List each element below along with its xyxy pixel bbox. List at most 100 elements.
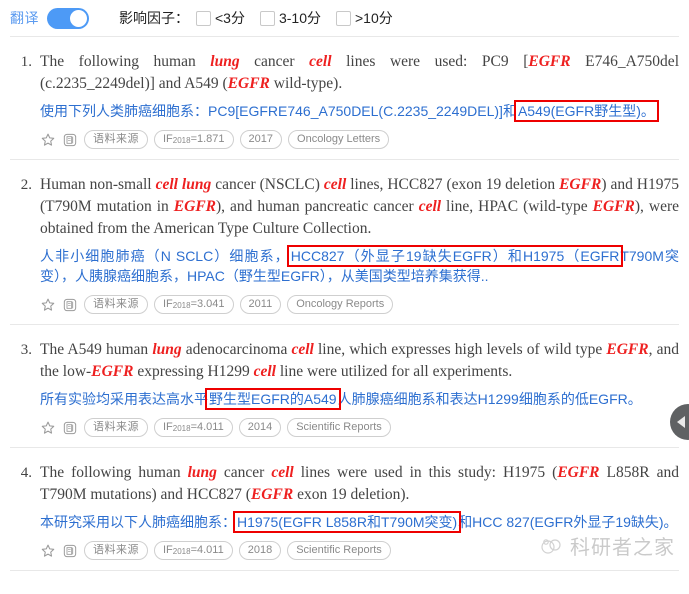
filter-option-lt3[interactable]: <3分 — [196, 8, 245, 28]
entry-number: 3. — [20, 342, 32, 358]
copy-document-icon[interactable] — [62, 297, 78, 313]
year-chip[interactable]: 2018 — [238, 541, 282, 560]
entry-divider — [10, 570, 679, 571]
translation-text: 本研究采用以下人肺癌细胞系： — [40, 514, 236, 530]
translated-sentence: 使用下列人类肺癌细胞系：PC9[EGFRE746_A750DEL(C.2235_… — [40, 100, 679, 122]
translate-toggle[interactable] — [47, 7, 89, 29]
impact-factor-year: 2018 — [172, 136, 191, 145]
highlighted-keyword: EGFR — [557, 464, 600, 481]
impact-factor-filters: 影响因子： <3分 3-10分 >10分 — [119, 8, 405, 28]
filter-label: >10分 — [355, 10, 393, 26]
entry-meta-row: 语料来源 IF2018=3.041 2011 Oncology Reports — [40, 295, 679, 314]
impact-factor-prefix: IF — [163, 421, 173, 433]
sentence-text: ), and human pancreatic cancer — [216, 198, 419, 215]
entry-meta-row: 语料来源 IF2018=4.011 2018 Scientific Reports — [40, 541, 679, 560]
highlighted-keyword: cell — [291, 341, 314, 358]
highlighted-keyword: cell — [271, 464, 294, 481]
highlighted-keyword: EGFR — [91, 363, 134, 380]
star-icon[interactable] — [40, 543, 56, 559]
impact-factor-value: =3.041 — [190, 298, 225, 310]
corpus-source-chip[interactable]: 语料来源 — [84, 295, 148, 314]
journal-chip[interactable]: Oncology Reports — [287, 295, 394, 314]
red-box-highlight: 野生型EGFR的A549 — [205, 388, 341, 410]
corpus-source-chip[interactable]: 语料来源 — [84, 541, 148, 560]
sentence-text: The A549 human — [40, 341, 153, 358]
sentence-text: cancer — [239, 53, 310, 70]
checkbox-icon[interactable] — [196, 10, 211, 26]
sentence-text: cancer — [216, 464, 272, 481]
impact-factor-chip[interactable]: IF2018=4.011 — [154, 541, 233, 560]
year-chip[interactable]: 2017 — [239, 130, 283, 149]
impact-factor-chip[interactable]: IF2018=1.871 — [154, 130, 234, 149]
entry-meta-row: 语料来源 IF2018=1.871 2017 Oncology Letters — [40, 130, 679, 149]
impact-factor-chip[interactable]: IF2018=3.041 — [154, 295, 234, 314]
translated-sentence: 所有实验均采用表达高水平野生型EGFR的A549人肺腺癌细胞系和表达H1299细… — [40, 388, 679, 410]
sentence-text: The following human — [40, 53, 211, 70]
sentence-text: line were utilized for all experiments. — [275, 363, 513, 380]
highlighted-keyword: EGFR — [250, 486, 294, 503]
results-list: 1. The following human lung cancer cell l… — [0, 37, 689, 571]
year-chip[interactable]: 2014 — [238, 418, 282, 437]
result-entry: 3. The A549 human lung adenocarcinoma cel… — [10, 325, 679, 441]
sentence-text: expressing H1299 — [133, 363, 254, 380]
impact-factor-prefix: IF — [163, 298, 173, 310]
entry-meta-row: 语料来源 IF2018=4.011 2014 Scientific Reports — [40, 418, 679, 437]
highlighted-keyword: lung — [152, 341, 182, 358]
highlighted-keyword: cell — [253, 363, 276, 380]
sentence-text: line, which expresses high levels of wil… — [313, 341, 607, 358]
impact-factor-value: =4.011 — [190, 544, 224, 556]
highlighted-keyword: lung — [187, 464, 217, 481]
highlighted-keyword: EGFR — [173, 198, 217, 215]
star-icon[interactable] — [40, 420, 56, 436]
filter-option-3-10[interactable]: 3-10分 — [259, 8, 321, 28]
red-box-highlight: HCC827（外显子19缺失EGFR）和H1975（EGFR — [286, 245, 624, 267]
highlighted-keyword: cell lung — [155, 176, 212, 193]
translated-sentence: 人非小细胞肺癌（N SCLC）细胞系，HCC827（外显子19缺失EGFR）和H… — [40, 245, 679, 286]
sentence-text: lines were used in this study: H1975 ( — [293, 464, 558, 481]
entry-number: 1. — [20, 54, 32, 70]
source-sentence: Human non-small cell lung cancer (NSCLC)… — [40, 174, 679, 240]
journal-chip[interactable]: Scientific Reports — [287, 541, 391, 560]
filter-option-gt10[interactable]: >10分 — [336, 8, 393, 28]
impact-factor-value: =1.871 — [190, 133, 225, 145]
highlighted-keyword: EGFR — [227, 75, 270, 92]
translation-text: 所有实验均采用表达高水平 — [40, 391, 208, 407]
highlighted-keyword: cell — [323, 176, 347, 193]
star-icon[interactable] — [40, 297, 56, 313]
source-sentence: The following human lung cancer cell lin… — [40, 51, 679, 95]
highlighted-keyword: lung — [210, 53, 240, 70]
source-sentence: The A549 human lung adenocarcinoma cell … — [40, 339, 679, 383]
year-chip[interactable]: 2011 — [239, 295, 282, 314]
checkbox-icon[interactable] — [259, 10, 275, 26]
impact-factor-chip[interactable]: IF2018=4.011 — [154, 418, 233, 437]
corpus-source-chip[interactable]: 语料来源 — [84, 130, 148, 149]
entry-body: Human non-small cell lung cancer (NSCLC)… — [40, 174, 679, 314]
sentence-text: The following human — [40, 464, 188, 481]
sentence-text: lines were used: PC9 [ — [331, 53, 529, 70]
journal-chip[interactable]: Scientific Reports — [287, 418, 391, 437]
sentence-text: adenocarcinoma — [181, 341, 292, 358]
translation-text: 和HCC 827(EGFR外显子19缺失)。 — [458, 514, 678, 530]
impact-factor-year: 2018 — [172, 547, 191, 556]
result-entry: 2. Human non-small cell lung cancer (NSCL… — [10, 160, 679, 318]
highlighted-keyword: EGFR — [592, 198, 635, 215]
chevron-left-icon — [677, 416, 685, 428]
copy-document-icon[interactable] — [62, 132, 78, 148]
copy-document-icon[interactable] — [62, 543, 78, 559]
entry-body: The A549 human lung adenocarcinoma cell … — [40, 339, 679, 437]
checkbox-icon[interactable] — [336, 10, 351, 26]
impact-factor-year: 2018 — [172, 301, 191, 310]
highlighted-keyword: EGFR — [606, 341, 649, 358]
red-box-highlight: H1975(EGFR L858R和T790M突变) — [232, 511, 462, 533]
impact-factor-prefix: IF — [163, 544, 173, 556]
result-entry: 4. The following human lung cancer cell l… — [10, 448, 679, 564]
translation-text: 使用下列人类肺癌细胞系：PC9[EGFRE746_A750DEL(C.2235_… — [40, 103, 517, 119]
sentence-text: wild-type). — [269, 75, 343, 92]
corpus-source-chip[interactable]: 语料来源 — [84, 418, 148, 437]
entry-body: The following human lung cancer cell lin… — [40, 462, 679, 560]
highlighted-keyword: cell — [418, 198, 442, 215]
result-entry: 1. The following human lung cancer cell l… — [10, 37, 679, 153]
journal-chip[interactable]: Oncology Letters — [288, 130, 390, 149]
copy-document-icon[interactable] — [62, 420, 78, 436]
star-icon[interactable] — [40, 132, 56, 148]
